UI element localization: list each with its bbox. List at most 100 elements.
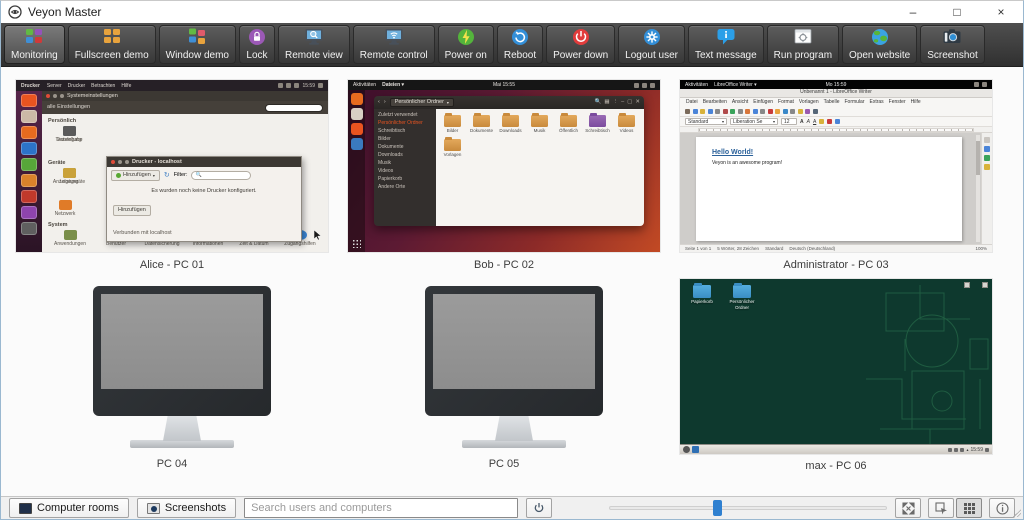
menu-item: Tabelle	[824, 99, 840, 105]
text-message-button[interactable]: Text message	[688, 25, 764, 64]
power-icon	[533, 502, 545, 514]
launcher-settings-icon	[21, 206, 37, 219]
printer-dialog: Drucker - localhost Hinzufügen▾ ↻ Filter…	[106, 156, 302, 242]
settings-item: Anwendungen	[48, 230, 92, 247]
printer-dialog-toolbar: Hinzufügen▾ ↻ Filter: 🔍	[107, 167, 301, 184]
add-printer-button: Hinzufügen▾	[111, 170, 160, 181]
desktop-folder-home: Persönlicher Ordner	[724, 285, 760, 310]
window-demo-button[interactable]: Window demo	[159, 25, 236, 64]
minimize-button[interactable]: –	[891, 1, 935, 23]
reboot-button[interactable]: Reboot	[497, 25, 543, 64]
close-button[interactable]: ×	[979, 1, 1023, 23]
computer-name: Alice - PC 01	[16, 259, 328, 271]
computer-cell-administrator: Mo 15:59 Aktivitäten LibreOffice Writer …	[680, 67, 1012, 274]
about-button[interactable]	[989, 498, 1015, 518]
logout-user-button[interactable]: Logout user	[618, 25, 685, 64]
settings-titlebar: Systemeinstellungen	[42, 91, 328, 101]
files-content: Bilder Dokumente Downloads Musik	[436, 109, 644, 226]
custom-arrangement-icon	[935, 502, 948, 515]
sidebar-item: Zuletzt verwendet	[374, 111, 436, 119]
folder-item: Öffentlich	[554, 113, 583, 134]
computer-thumbnail-administrator[interactable]: Mo 15:59 Aktivitäten LibreOffice Writer …	[680, 80, 992, 252]
paragraph-style-combo: Standard▾	[685, 118, 727, 125]
settings-item-netzwerk: Netzwerk	[44, 200, 86, 217]
launcher-impress-icon	[21, 174, 37, 187]
remote-control-icon	[383, 28, 405, 46]
power-down-icon	[570, 28, 592, 46]
lock-button[interactable]: Lock	[239, 25, 275, 64]
computer-name: PC 04	[16, 458, 328, 470]
power-down-button[interactable]: Power down	[546, 25, 615, 64]
computer-thumbnail-pc04[interactable]	[16, 286, 348, 448]
window-demo-icon	[186, 28, 208, 46]
monitoring-icon	[23, 28, 45, 46]
taskbar: ▴ 15:59	[680, 444, 992, 454]
clock: 15:59	[302, 83, 315, 89]
files-sidebar: Zuletzt verwendetPersönlicher OrdnerSchr…	[374, 109, 436, 226]
sidebar-item: Schreibtisch	[374, 127, 436, 135]
power-on-button[interactable]: Power on	[438, 25, 494, 64]
maximize-button[interactable]: □	[935, 1, 979, 23]
dock-files-icon	[351, 108, 363, 120]
status-segment: 5 Wörter, 28 Zeichen	[717, 246, 759, 251]
open-website-button[interactable]: Open website	[842, 25, 917, 64]
computer-rooms-button[interactable]: Computer rooms	[9, 498, 129, 518]
veyon-logo-icon	[8, 5, 22, 19]
menu-item: Hilfe	[121, 83, 131, 89]
run-program-button[interactable]: Run program	[767, 25, 839, 64]
search-input[interactable]	[244, 498, 518, 518]
remote-control-button[interactable]: Remote control	[353, 25, 435, 64]
power-state-filter-button[interactable]	[526, 498, 552, 518]
computer-grid: Drucker ServerDruckerBetrachtenHilfe 15:…	[1, 67, 1023, 496]
settings-search-box	[265, 104, 323, 112]
window-title: Veyon Master	[28, 5, 101, 19]
folder-item: Vorlagen	[438, 137, 467, 158]
writer-menubar: DateiBearbeitenAnsichtEinfügenFormatVorl…	[680, 98, 992, 106]
zoom-level: 100%	[975, 246, 987, 252]
writer-format-toolbar: Standard▾ Liberation Se▾ 12 AAA	[680, 117, 992, 127]
custom-arrangement-button[interactable]	[928, 498, 954, 518]
reboot-icon	[509, 28, 531, 46]
logout-user-icon	[641, 28, 663, 46]
status-segment: Seite 1 von 1	[685, 246, 711, 251]
resize-grip[interactable]	[1013, 509, 1021, 517]
libreoffice-window: Unbenannt 1 - LibreOffice Writer DateiBe…	[680, 89, 992, 252]
fullscreen-demo-button[interactable]: Fullscreen demo	[68, 25, 156, 64]
settings-content: Persönlich DarstellungTexteingabe Geräte…	[42, 114, 328, 252]
computer-name: Administrator - PC 03	[680, 259, 992, 271]
refresh-icon: ↻	[164, 172, 170, 179]
folder-icon	[618, 115, 635, 127]
remote-view-button[interactable]: Remote view	[278, 25, 350, 64]
sidebar-item: Persönlicher Ordner	[374, 119, 436, 127]
fullscreen-demo-icon	[101, 28, 123, 46]
status-bar: Computer rooms Screenshots	[1, 496, 1023, 519]
monitoring-button[interactable]: Monitoring	[4, 25, 65, 64]
computer-name: Bob - PC 02	[348, 259, 660, 271]
thumbnail-size-slider[interactable]	[609, 498, 887, 518]
computer-cell-max: Papierkorb Persönlicher Ordner ▴ 15:59	[680, 274, 1012, 496]
unity-launcher	[16, 91, 42, 252]
screenshots-button[interactable]: Screenshots	[137, 498, 236, 518]
printer-status-text: Verbunden mit localhost	[113, 230, 172, 237]
folder-icon	[733, 285, 751, 298]
auto-fit-icon	[902, 502, 915, 515]
dock-firefox-icon	[351, 93, 363, 105]
computer-thumbnail-bob[interactable]: Mai 15:55 Aktivitäten Dateien ▾ ‹› Persö…	[348, 80, 660, 252]
screenshot-icon	[941, 28, 963, 46]
text-message-icon	[715, 28, 737, 46]
folder-icon	[589, 115, 606, 127]
launcher-firefox-icon	[21, 126, 37, 139]
menu-item: Ansicht	[732, 99, 748, 105]
computer-thumbnail-max[interactable]: Papierkorb Persönlicher Ordner ▴ 15:59	[680, 279, 992, 454]
computer-thumbnail-pc05[interactable]	[348, 286, 680, 448]
screenshot-button[interactable]: Screenshot	[920, 25, 985, 64]
slider-handle[interactable]	[713, 500, 722, 516]
launcher-dash-icon	[21, 94, 37, 107]
folder-item: Videos	[612, 113, 641, 134]
computer-thumbnail-alice[interactable]: Drucker ServerDruckerBetrachtenHilfe 15:…	[16, 80, 328, 252]
gnome-topbar: Mo 15:59 Aktivitäten LibreOffice Writer …	[680, 80, 992, 89]
settings-toolbar: alle Einstellungen	[42, 101, 328, 114]
computer-cell-pc04: PC 04	[16, 274, 348, 496]
align-to-grid-button[interactable]	[956, 498, 982, 518]
auto-fit-button[interactable]	[895, 498, 921, 518]
